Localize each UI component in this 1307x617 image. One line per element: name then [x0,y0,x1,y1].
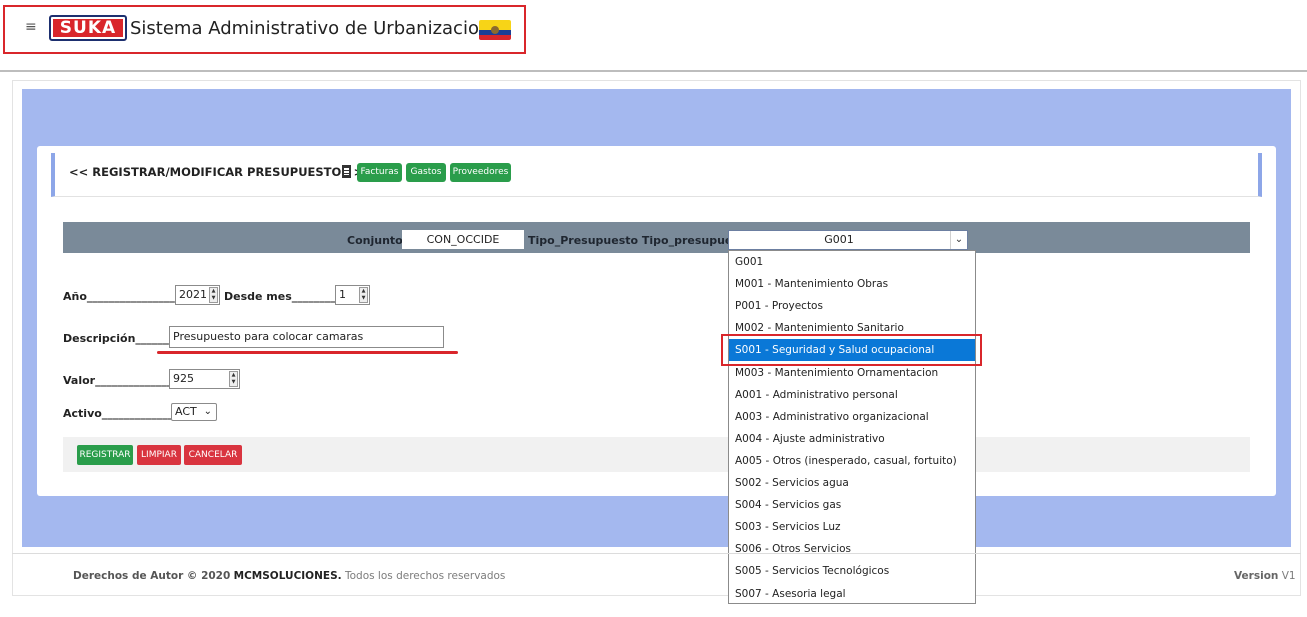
anio-value: 2021 [179,288,207,301]
activo-value: ACT [175,405,197,418]
gastos-button[interactable]: Gastos [406,163,446,182]
footer-copyright: Derechos de Autor © 2020 MCMSOLUCIONES. … [73,570,505,582]
desde-mes-value: 1 [339,288,346,301]
dropdown-option[interactable]: A003 - Administrativo organizacional [729,406,975,428]
rights-text: Todos los derechos reservados [344,570,506,582]
dropdown-option[interactable]: A005 - Otros (inesperado, casual, fortui… [729,450,975,472]
desde-mes-input[interactable]: 1 ▲ ▼ [335,285,370,305]
dropdown-option[interactable]: S006 - Otros Servicios [729,538,975,560]
anio-label: Año________________: [63,290,180,303]
dropdown-option[interactable]: A001 - Administrativo personal [729,384,975,406]
dropdown-option[interactable]: M001 - Mantenimiento Obras [729,273,975,295]
registrar-button[interactable]: REGISTRAR [77,445,133,465]
descripcion-label: Descripción_______: [63,332,179,345]
anio-spinner-icon[interactable]: ▲ ▼ [209,287,218,303]
chevron-down-icon: ⌄ [203,406,212,417]
tipo-presupuesto-label: Tipo_Presupuesto Tipo_presupuesto_: [528,234,762,247]
dropdown-option[interactable]: G001 [729,251,975,273]
dropdown-option[interactable]: A004 - Ajuste administrativo [729,428,975,450]
valor-input[interactable]: 925 ▲ ▼ [169,369,240,389]
dropdown-option[interactable]: S005 - Servicios Tecnológicos [729,560,975,582]
chevron-down-icon[interactable]: ⌄ [950,231,967,249]
valor-label: Valor______________: [63,374,177,387]
conjunto-field[interactable]: CON_OCCIDE [402,230,524,249]
cancelar-button[interactable]: CANCELAR [184,445,242,465]
dropdown-option[interactable]: S007 - Asesoria legal [729,583,975,605]
conjunto-label: Conjunto: [347,234,408,247]
tipo-selected-value: G001 [824,233,854,246]
dropdown-option[interactable]: S003 - Servicios Luz [729,516,975,538]
building-icon [342,165,351,178]
suka-logo: SUKA [49,15,127,41]
page-title: << REGISTRAR/MODIFICAR PRESUPUESTOS >> [69,165,373,179]
descripcion-input[interactable]: Presupuesto para colocar camaras [169,326,444,348]
dropdown-option[interactable]: S004 - Servicios gas [729,494,975,516]
tipo-presupuesto-select[interactable]: G001 ⌄ [728,230,968,250]
copyright-prefix: Derechos de Autor © 2020 [73,570,231,582]
hamburger-icon[interactable]: ≡ [25,19,37,35]
footer-version: Version V1 [1234,570,1296,582]
proveedores-button[interactable]: Proveedores [450,163,511,182]
app-title: Sistema Administrativo de Urbanizaciones [130,18,511,39]
valor-value: 925 [173,372,194,385]
logo-text: SUKA [53,19,123,37]
company-name[interactable]: MCMSOLUCIONES. [234,570,342,582]
version-value: V1 [1281,570,1296,582]
dropdown-option[interactable]: P001 - Proyectos [729,295,975,317]
tipo-presupuesto-dropdown-list[interactable]: G001 M001 - Mantenimiento Obras P001 - Pro… [728,250,976,604]
limpiar-button[interactable]: LIMPIAR [137,445,181,465]
footer-divider [12,553,1301,554]
activo-label: Activo_____________: [63,407,178,420]
version-label: Version [1234,570,1279,582]
description-highlight-underline [157,351,458,354]
anio-input[interactable]: 2021 ▲ ▼ [175,285,220,305]
desde-mes-label: Desde mes__________: [224,290,352,303]
facturas-button[interactable]: Facturas [357,163,402,182]
ecuador-flag-icon [479,20,511,40]
valor-spinner-icon[interactable]: ▲ ▼ [229,371,238,387]
desde-mes-spinner-icon[interactable]: ▲ ▼ [359,287,368,303]
dropdown-option[interactable]: S002 - Servicios agua [729,472,975,494]
option-highlight-box [721,334,982,366]
activo-select[interactable]: ACT ⌄ [171,403,217,421]
